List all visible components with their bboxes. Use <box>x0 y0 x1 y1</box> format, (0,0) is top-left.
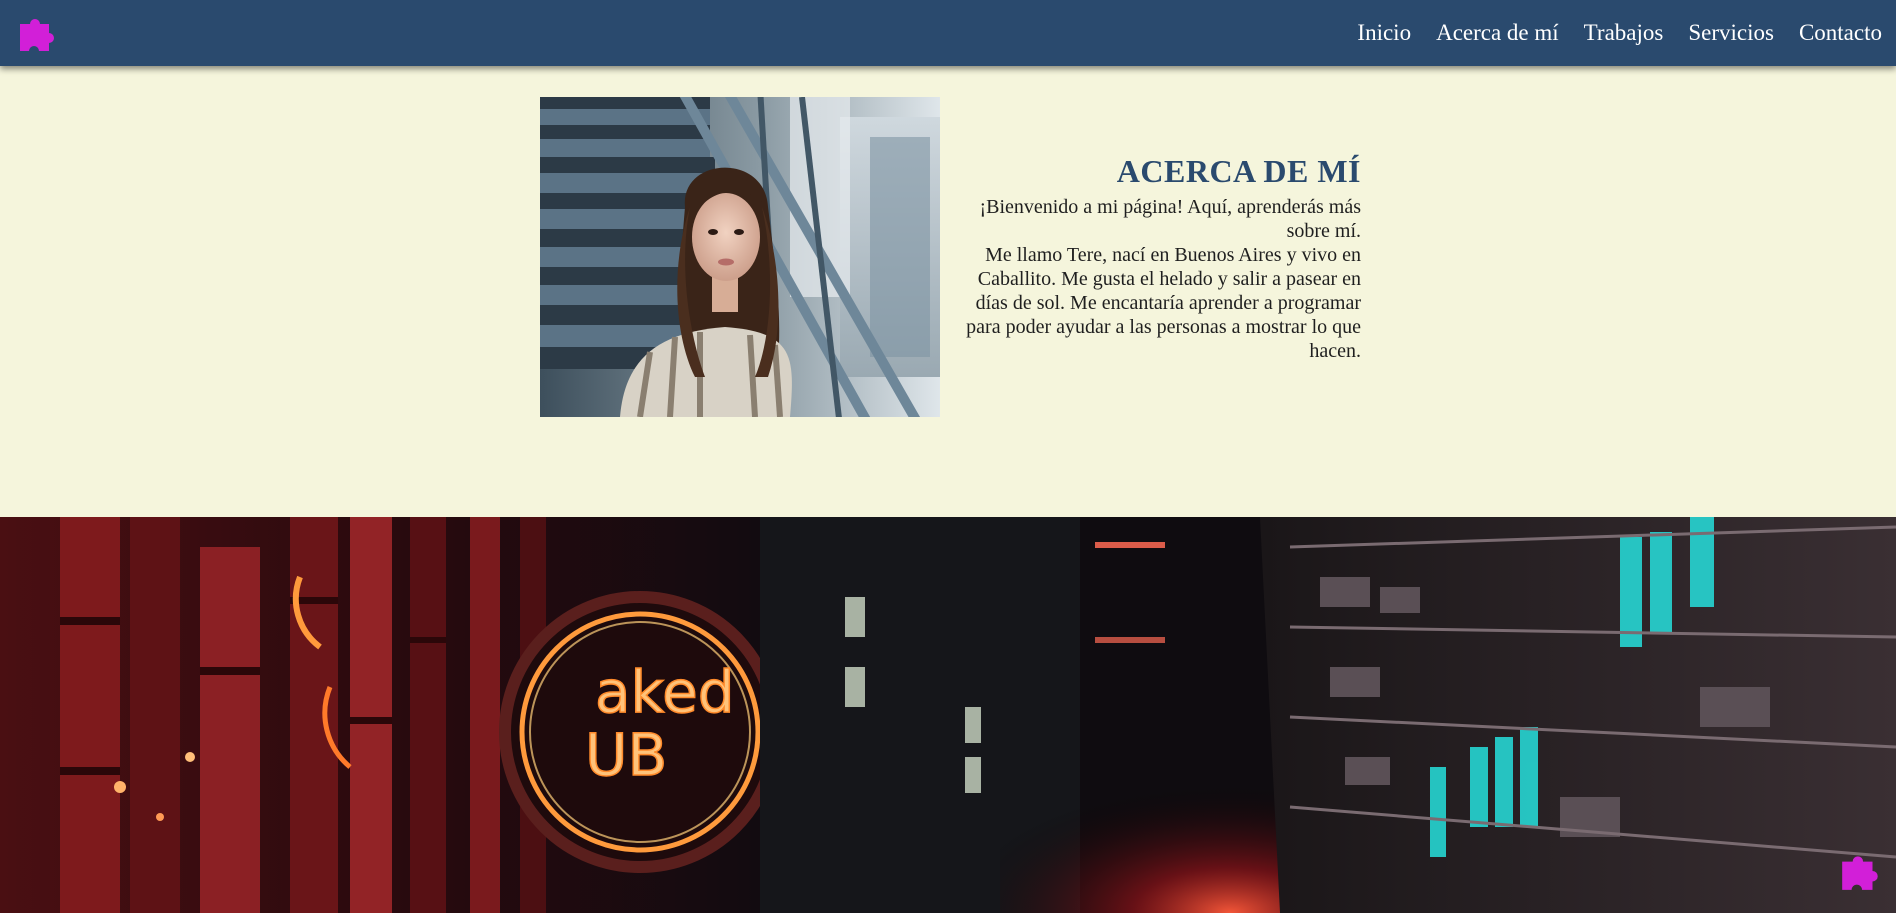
portrait-photo <box>540 97 940 417</box>
neon-sign-line1: aked <box>595 658 735 726</box>
puzzle-piece-icon[interactable] <box>16 11 60 55</box>
nav-link-contacto[interactable]: Contacto <box>1799 20 1882 46</box>
floating-puzzle-button[interactable] <box>1838 848 1884 894</box>
nav-link-servicios[interactable]: Servicios <box>1688 20 1774 46</box>
nav-link-acerca-de-mi[interactable]: Acerca de mí <box>1436 20 1559 46</box>
neon-city-banner: aked UB <box>0 517 1896 913</box>
nav-link-inicio[interactable]: Inicio <box>1357 20 1411 46</box>
about-title: ACERCA DE MÍ <box>1116 153 1361 189</box>
about-body: Me llamo Tere, nací en Buenos Aires y vi… <box>966 244 1361 363</box>
neon-street-photo: aked UB <box>0 517 1896 913</box>
neon-sign-line2: UB <box>585 721 667 789</box>
main-nav: Inicio Acerca de mí Trabajos Servicios C… <box>1357 0 1882 66</box>
top-navbar: Inicio Acerca de mí Trabajos Servicios C… <box>0 0 1896 66</box>
nav-link-trabajos[interactable]: Trabajos <box>1584 20 1664 46</box>
about-text-block: ACERCA DE MÍ ¡Bienvenido a mi página! Aq… <box>955 153 1361 363</box>
about-section: ACERCA DE MÍ ¡Bienvenido a mi página! Aq… <box>0 66 1896 517</box>
about-intro: ¡Bienvenido a mi página! Aquí, aprenderá… <box>979 196 1361 243</box>
